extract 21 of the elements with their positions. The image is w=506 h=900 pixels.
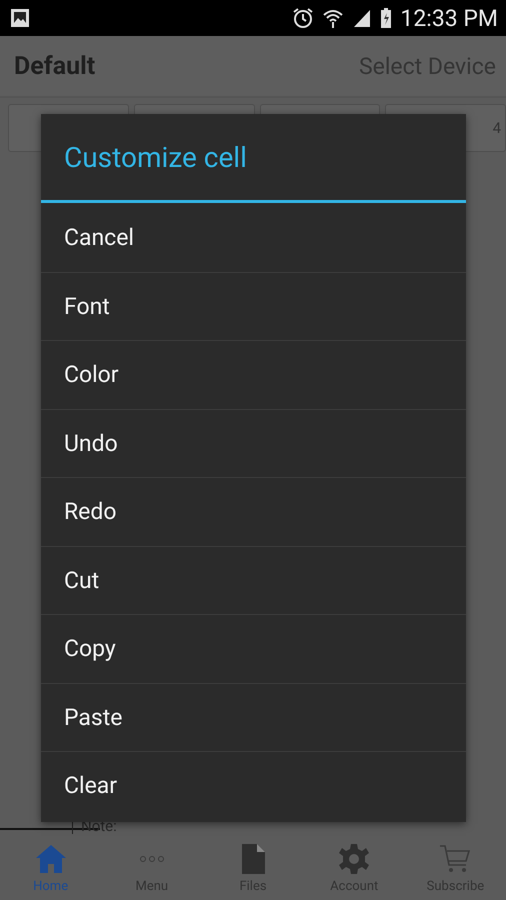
gear-icon <box>338 843 370 875</box>
menu-item[interactable]: Color <box>41 340 466 408</box>
battery-icon <box>380 7 392 29</box>
more-icon <box>140 856 164 862</box>
signal-icon <box>352 8 372 28</box>
menu-item[interactable]: Redo <box>41 477 466 546</box>
menu-item[interactable]: Clear <box>41 751 466 820</box>
menu-item[interactable]: Font <box>41 272 466 340</box>
dialog-title: Customize cell <box>41 114 466 203</box>
cart-icon <box>439 843 472 875</box>
wifi-icon <box>322 7 344 29</box>
menu-item[interactable]: Undo <box>41 408 466 477</box>
app-title: Default <box>14 52 96 80</box>
menu-item[interactable]: Cancel <box>41 203 466 272</box>
home-icon <box>34 843 67 875</box>
menu-item[interactable]: Paste <box>41 682 466 751</box>
menu-item[interactable]: Copy <box>41 614 466 682</box>
menu-item[interactable]: Cut <box>41 546 466 614</box>
status-time: 12:33 PM <box>400 4 498 32</box>
gallery-icon <box>10 8 30 28</box>
alarm-icon <box>292 7 314 29</box>
